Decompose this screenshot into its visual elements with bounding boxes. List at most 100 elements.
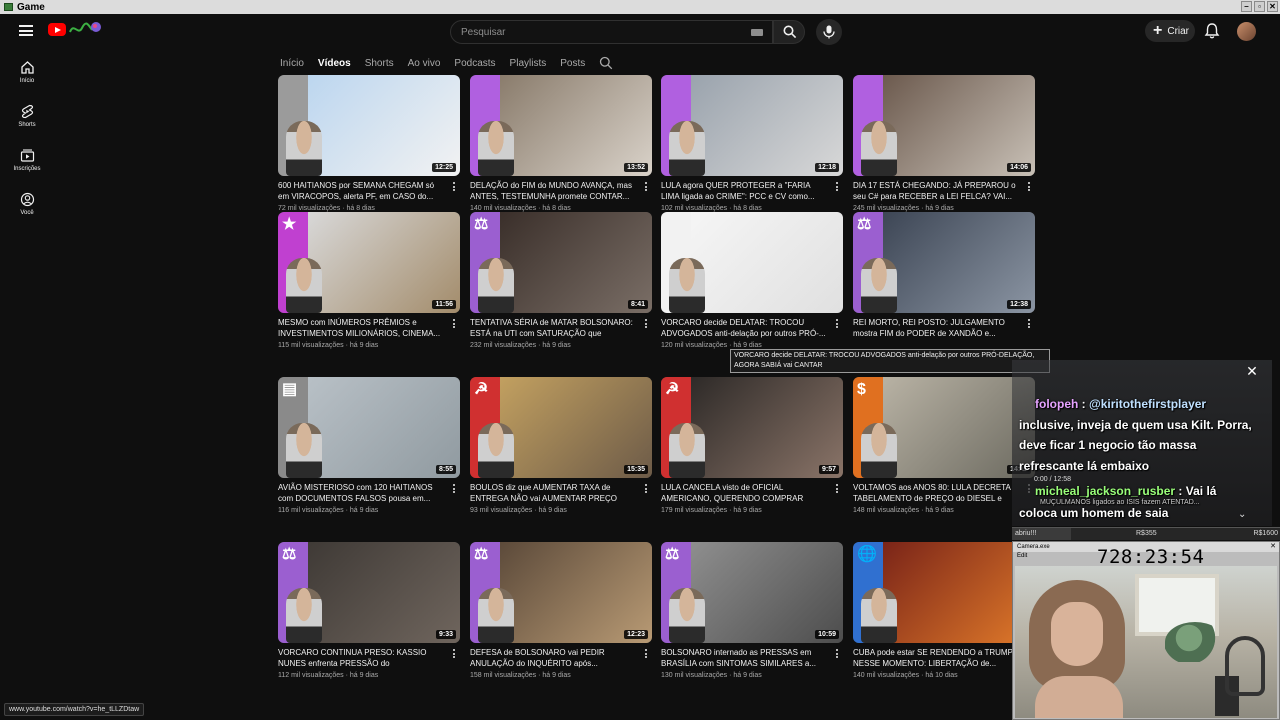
video-title[interactable]: TENTATIVA SÉRIA de MATAR BOLSONARO: ESTÁ… [470, 317, 636, 340]
rail-item-you[interactable]: Você [4, 188, 50, 224]
video-card[interactable]: $14:12 VOLTAMOS aos ANOS 80: LULA DECRETA… [853, 377, 1035, 514]
video-title[interactable]: AVIÃO MISTERIOSO com 120 HAITIANOS com D… [278, 482, 444, 505]
video-thumbnail[interactable]: ▤ 8:55 [278, 377, 460, 478]
video-thumbnail[interactable] [661, 212, 843, 313]
video-thumbnail[interactable]: ☭ 9:57 [661, 377, 843, 478]
youtube-logo-icon[interactable] [48, 23, 66, 36]
video-duration: 15:35 [624, 465, 648, 474]
camera-menu-edit[interactable]: Edit [1017, 553, 1027, 559]
video-thumbnail[interactable]: 12:18 [661, 75, 843, 176]
more-options-icon[interactable] [644, 483, 648, 495]
video-meta: 116 mil visualizações · há 9 dias [278, 507, 379, 514]
video-title[interactable]: VORCARO decide DELATAR: TROCOU ADVOGADOS… [661, 317, 827, 340]
video-thumbnail[interactable]: 12:25 [278, 75, 460, 176]
video-card[interactable]: ⚖ 9:33 VORCARO CONTINUA PRESO: KASSIO NUNE… [278, 542, 460, 679]
video-thumbnail[interactable]: 14:06 [853, 75, 1035, 176]
menu-icon[interactable] [19, 25, 33, 36]
video-card[interactable]: ☭ 9:57 LULA CANCELA visto de OFICIAL AMERI… [661, 377, 843, 514]
video-thumbnail[interactable]: $14:12 [853, 377, 1035, 478]
video-thumbnail[interactable]: 🌐 [853, 542, 1035, 643]
video-thumbnail[interactable]: ⚖ 9:33 [278, 542, 460, 643]
video-meta: 102 mil visualizações · há 8 dias [661, 205, 762, 212]
more-options-icon[interactable] [452, 318, 456, 330]
more-options-icon[interactable] [452, 181, 456, 193]
video-card[interactable]: ▤ 8:55 AVIÃO MISTERIOSO com 120 HAITIANOS … [278, 377, 460, 514]
video-title[interactable]: REI MORTO, REI POSTO: JULGAMENTO mostra … [853, 317, 1019, 340]
window-title-bar: Game – ▫ ✕ [0, 0, 1280, 14]
tab-shorts[interactable]: Shorts [365, 58, 394, 69]
video-card[interactable]: ☭ 15:35 BOULOS diz que AUMENTAR TAXA de EN… [470, 377, 652, 514]
more-options-icon[interactable] [452, 483, 456, 495]
video-card[interactable]: ⚖ 10:59 BOLSONARO internado as PRESSAS em … [661, 542, 843, 679]
more-options-icon[interactable] [644, 648, 648, 660]
video-title[interactable]: BOULOS diz que AUMENTAR TAXA de ENTREGA … [470, 482, 636, 505]
video-title[interactable]: DIA 17 ESTÁ CHEGANDO: JÁ PREPAROU o seu … [853, 180, 1019, 203]
tab-posts[interactable]: Posts [560, 58, 585, 69]
rail-item-subscriptions[interactable]: Inscrições [4, 144, 50, 180]
minimize-button[interactable]: – [1241, 1, 1252, 12]
more-options-icon[interactable] [644, 181, 648, 193]
notifications-bell-icon[interactable] [1202, 21, 1222, 41]
more-options-icon[interactable] [1027, 318, 1031, 330]
chat-close-icon[interactable]: ✕ [1245, 364, 1259, 378]
presenter-figure [286, 121, 322, 176]
search-input[interactable] [451, 21, 731, 43]
more-options-icon[interactable] [644, 318, 648, 330]
video-thumbnail[interactable]: ⚖ 12:23 [470, 542, 652, 643]
video-title[interactable]: BOLSONARO internado as PRESSAS em BRASÍL… [661, 647, 827, 670]
tab-videos[interactable]: Vídeos [318, 58, 351, 69]
tab-podcasts[interactable]: Podcasts [454, 58, 495, 69]
video-title[interactable]: CUBA pode estar SE RENDENDO a TRUMP NESS… [853, 647, 1019, 670]
video-title[interactable]: DELAÇÃO do FIM do MUNDO AVANÇA, mas ANTE… [470, 180, 636, 203]
keyboard-icon[interactable] [751, 29, 763, 36]
chevron-down-icon[interactable]: ⌄ [1238, 509, 1246, 520]
video-title[interactable]: MESMO com INÚMEROS PRÊMIOS e INVESTIMENT… [278, 317, 444, 340]
voice-search-button[interactable] [816, 19, 842, 45]
more-options-icon[interactable] [835, 318, 839, 330]
channel-search-icon[interactable] [599, 56, 613, 70]
window-controls: – ▫ ✕ [1241, 1, 1278, 12]
video-thumbnail[interactable]: 13:52 [470, 75, 652, 176]
tab-live[interactable]: Ao vivo [408, 58, 441, 69]
video-thumbnail[interactable]: ★ 11:56 [278, 212, 460, 313]
search-button[interactable] [773, 20, 805, 44]
video-thumbnail[interactable]: ⚖ 10:59 [661, 542, 843, 643]
thumbnail-scene [500, 377, 652, 478]
camera-close-icon[interactable]: ✕ [1269, 543, 1277, 551]
video-thumbnail[interactable]: ☭ 15:35 [470, 377, 652, 478]
video-card[interactable]: 12:18 LULA agora QUER PROTEGER a "FARIA L… [661, 75, 843, 212]
account-avatar[interactable] [1237, 22, 1256, 41]
rail-item-shorts[interactable]: Shorts [4, 100, 50, 136]
video-title[interactable]: DEFESA de BOLSONARO vai PEDIR ANULAÇÃO d… [470, 647, 636, 670]
close-button[interactable]: ✕ [1267, 1, 1278, 12]
presenter-figure [286, 258, 322, 313]
more-options-icon[interactable] [835, 483, 839, 495]
maximize-button[interactable]: ▫ [1254, 1, 1265, 12]
more-options-icon[interactable] [452, 648, 456, 660]
video-title[interactable]: VOLTAMOS aos ANOS 80: LULA DECRETA TABEL… [853, 482, 1019, 505]
video-card[interactable]: ⚖ 12:23 DEFESA de BOLSONARO vai PEDIR ANUL… [470, 542, 652, 679]
video-thumbnail[interactable]: ⚖ 12:38 [853, 212, 1035, 313]
video-duration: 12:38 [1007, 300, 1031, 309]
video-thumbnail[interactable]: ⚖ 8:41 [470, 212, 652, 313]
more-options-icon[interactable] [835, 181, 839, 193]
logo-doodle-icon[interactable] [68, 20, 102, 38]
video-title[interactable]: 600 HAITIANOS por SEMANA CHEGAM só em VI… [278, 180, 444, 203]
tab-home[interactable]: Início [280, 58, 304, 69]
video-title[interactable]: VORCARO CONTINUA PRESO: KASSIO NUNES enf… [278, 647, 444, 670]
video-card[interactable]: ★ 11:56 MESMO com INÚMEROS PRÊMIOS e INVES… [278, 212, 460, 349]
video-card[interactable]: ⚖ 12:38 REI MORTO, REI POSTO: JULGAMENTO m… [853, 212, 1035, 342]
video-card[interactable]: 13:52 DELAÇÃO do FIM do MUNDO AVANÇA, mas… [470, 75, 652, 212]
create-button[interactable]: + Criar [1145, 20, 1195, 42]
rail-item-home[interactable]: Início [4, 56, 50, 92]
video-card[interactable]: 🌐 CUBA pode estar SE RENDENDO a TRUMP NES… [853, 542, 1035, 679]
video-title[interactable]: LULA agora QUER PROTEGER a "FARIA LIMA l… [661, 180, 827, 203]
more-options-icon[interactable] [835, 648, 839, 660]
video-title[interactable]: LULA CANCELA visto de OFICIAL AMERICANO,… [661, 482, 827, 505]
video-card[interactable]: 14:06 DIA 17 ESTÁ CHEGANDO: JÁ PREPAROU o… [853, 75, 1035, 212]
tab-playlists[interactable]: Playlists [510, 58, 547, 69]
video-card[interactable]: 12:25 600 HAITIANOS por SEMANA CHEGAM só … [278, 75, 460, 212]
video-card[interactable]: ⚖ 8:41 TENTATIVA SÉRIA de MATAR BOLSONARO:… [470, 212, 652, 349]
more-options-icon[interactable] [1027, 181, 1031, 193]
video-card[interactable]: VORCARO decide DELATAR: TROCOU ADVOGADOS… [661, 212, 843, 349]
